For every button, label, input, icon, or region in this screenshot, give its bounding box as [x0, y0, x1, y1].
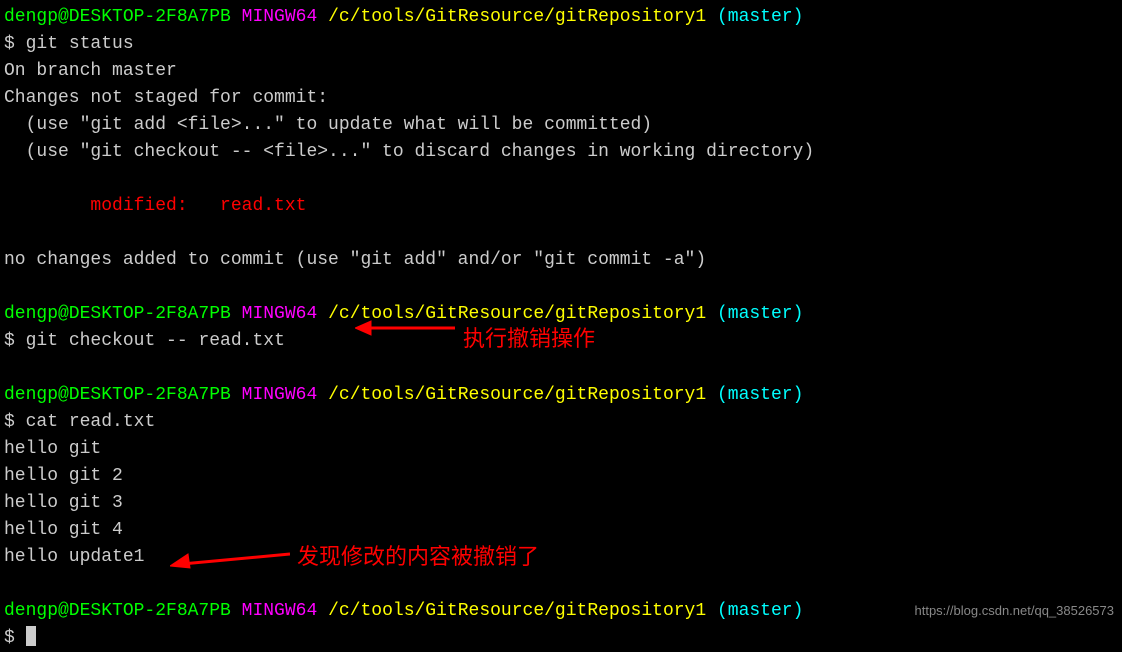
shell-name: MINGW64 — [242, 7, 318, 27]
arrow-icon — [170, 546, 290, 570]
output-no-changes: no changes added to commit (use "git add… — [4, 247, 1118, 274]
user-host: dengp@DESKTOP-2F8A7PB — [4, 304, 231, 324]
branch: (master) — [717, 7, 803, 27]
command-line[interactable]: $ — [4, 625, 1118, 652]
command-line: $ git status — [4, 31, 1118, 58]
cat-output-4: hello git 4 — [4, 517, 1118, 544]
annotation-2: 发现修改的内容被撤销了 — [297, 540, 539, 573]
output-hint-add: (use "git add <file>..." to update what … — [4, 112, 1118, 139]
dollar: $ — [4, 331, 15, 351]
branch: (master) — [717, 385, 803, 405]
command-checkout: git checkout -- read.txt — [26, 331, 285, 351]
command-status: git status — [26, 34, 134, 54]
path: /c/tools/GitResource/gitRepository1 — [328, 385, 706, 405]
output-changes-header: Changes not staged for commit: — [4, 85, 1118, 112]
command-line: $ cat read.txt — [4, 409, 1118, 436]
dollar: $ — [4, 412, 15, 432]
prompt-line: dengp@DESKTOP-2F8A7PB MINGW64 /c/tools/G… — [4, 4, 1118, 31]
user-host: dengp@DESKTOP-2F8A7PB — [4, 601, 231, 621]
cat-output-2: hello git 2 — [4, 463, 1118, 490]
path: /c/tools/GitResource/gitRepository1 — [328, 601, 706, 621]
output-modified: modified: read.txt — [4, 193, 1118, 220]
cursor-icon — [26, 626, 36, 646]
cat-output-1: hello git — [4, 436, 1118, 463]
user-host: dengp@DESKTOP-2F8A7PB — [4, 7, 231, 27]
arrow-icon — [355, 316, 455, 340]
annotation-1: 执行撤销操作 — [463, 322, 595, 355]
output-hint-checkout: (use "git checkout -- <file>..." to disc… — [4, 139, 1118, 166]
command-cat: cat read.txt — [26, 412, 156, 432]
branch: (master) — [717, 601, 803, 621]
path: /c/tools/GitResource/gitRepository1 — [328, 7, 706, 27]
shell-name: MINGW64 — [242, 304, 318, 324]
branch: (master) — [717, 304, 803, 324]
prompt-line: dengp@DESKTOP-2F8A7PB MINGW64 /c/tools/G… — [4, 382, 1118, 409]
user-host: dengp@DESKTOP-2F8A7PB — [4, 385, 231, 405]
shell-name: MINGW64 — [242, 385, 318, 405]
output-on-branch: On branch master — [4, 58, 1118, 85]
shell-name: MINGW64 — [242, 601, 318, 621]
dollar: $ — [4, 34, 15, 54]
cat-output-3: hello git 3 — [4, 490, 1118, 517]
watermark: https://blog.csdn.net/qq_38526573 — [915, 601, 1115, 621]
dollar: $ — [4, 628, 15, 648]
